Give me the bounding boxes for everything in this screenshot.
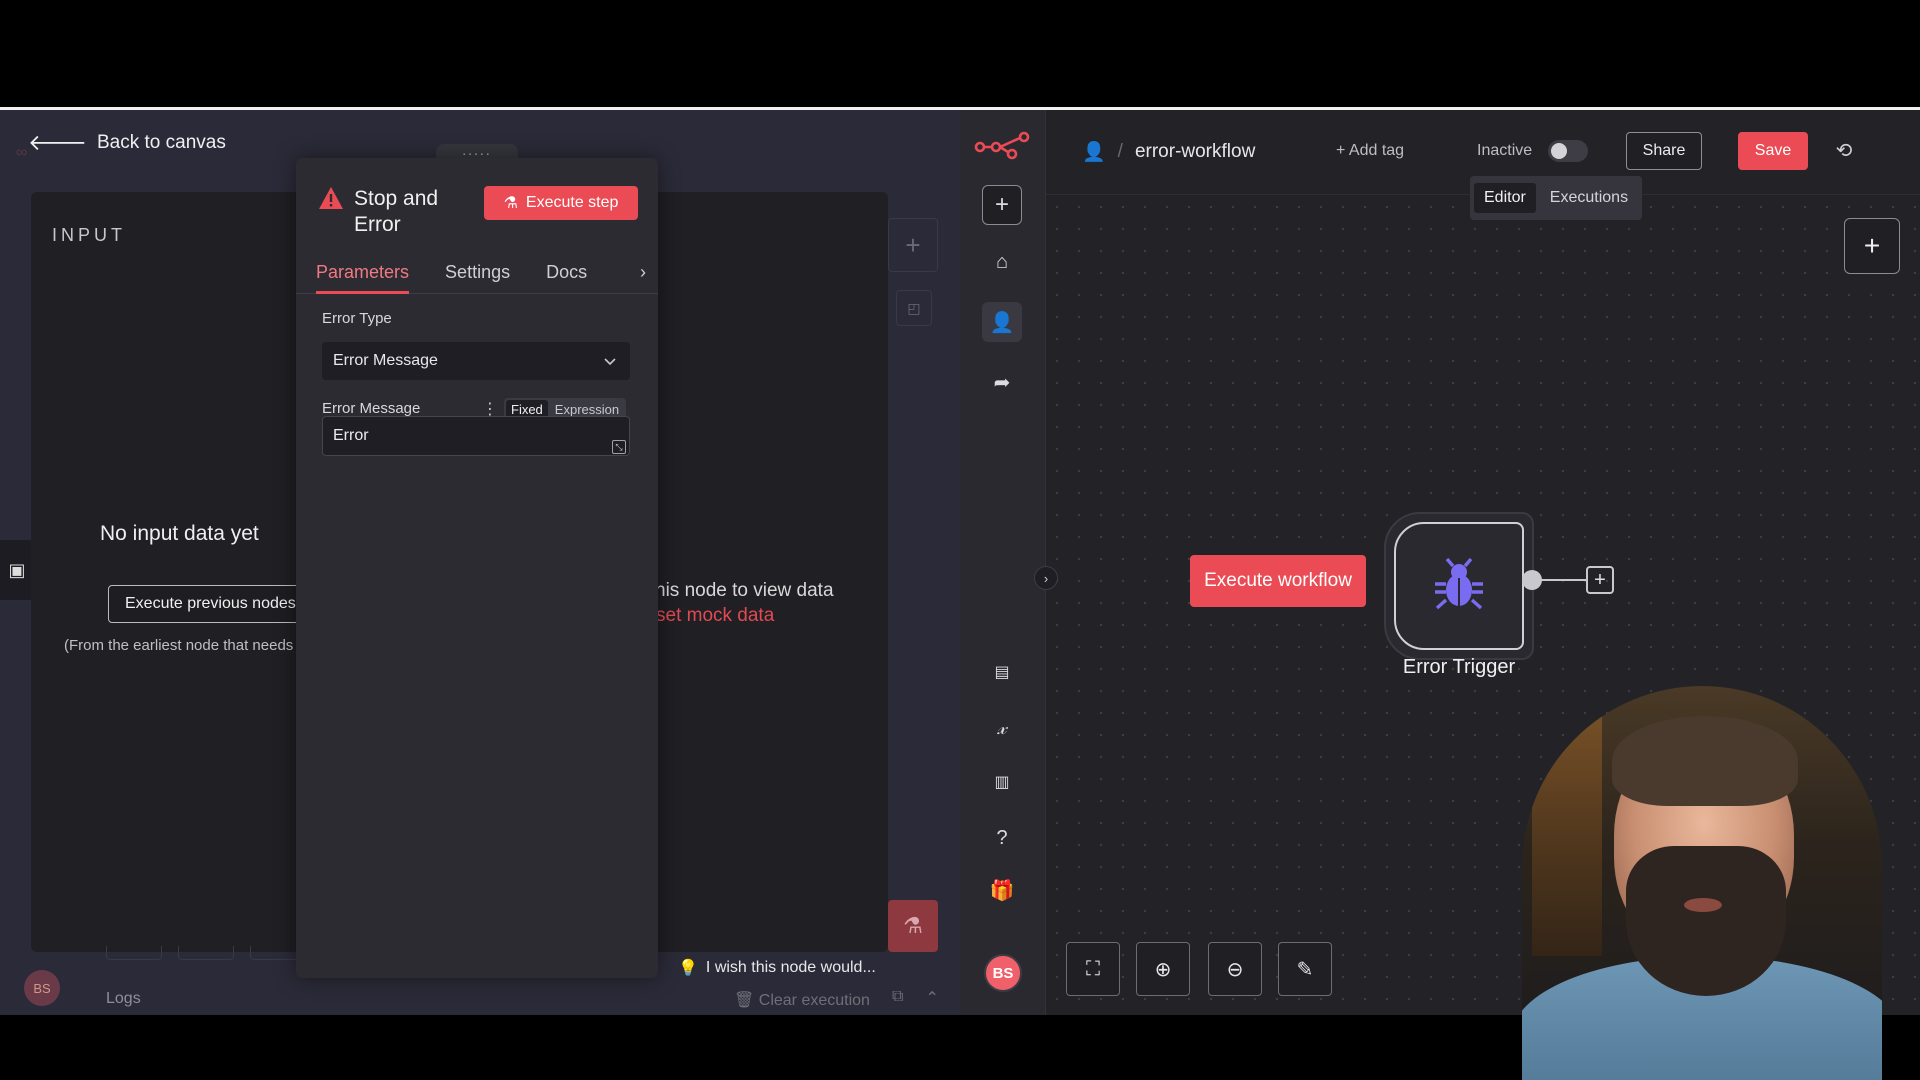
webcam-mouth bbox=[1684, 898, 1722, 912]
zoom-in-icon[interactable]: ⊕ bbox=[1136, 942, 1190, 996]
set-mock-data-link[interactable]: set mock data bbox=[656, 605, 774, 627]
templates-box-icon[interactable]: ▤ bbox=[982, 652, 1022, 692]
clear-execution-label: Clear execution bbox=[758, 992, 870, 1009]
tab-editor[interactable]: Editor bbox=[1474, 183, 1536, 213]
add-tag-button[interactable]: + Add tag bbox=[1336, 142, 1404, 160]
lightbulb-icon: 💡 bbox=[678, 960, 698, 977]
error-type-label: Error Type bbox=[322, 310, 392, 327]
input-panel: INPUT bbox=[31, 192, 301, 952]
chevron-down-icon bbox=[604, 358, 616, 366]
logs-label[interactable]: Logs bbox=[106, 990, 141, 1008]
node-title[interactable]: Stop and Error bbox=[354, 186, 464, 238]
webcam-hair bbox=[1612, 716, 1798, 806]
back-to-canvas-label: Back to canvas bbox=[97, 132, 226, 153]
expand-editor-icon[interactable]: ⤡ bbox=[612, 440, 626, 454]
error-type-value: Error Message bbox=[333, 352, 438, 369]
input-panel-title: INPUT bbox=[52, 225, 126, 245]
breadcrumb-separator: / bbox=[1117, 141, 1123, 162]
dialog-tabs: Parameters Settings Docs › bbox=[296, 254, 658, 294]
main-sidebar: + ⌂ 👤 ➦ ▤ 𝓍 ▥ ? 🎁 BS bbox=[960, 110, 1046, 1015]
workflow-header: 👤 / error-workflow + Add tag Inactive Sh… bbox=[1046, 110, 1920, 220]
execute-previous-nodes-button[interactable]: Execute previous nodes bbox=[108, 585, 308, 623]
add-connected-node-icon[interactable]: + bbox=[1586, 566, 1614, 594]
tidy-up-icon[interactable]: ✎ bbox=[1278, 942, 1332, 996]
dialog-header: Stop and Error bbox=[318, 186, 464, 238]
node-settings-dialog: Stop and Error ⚗ Execute step Parameters… bbox=[296, 158, 658, 978]
flask-icon: ⚗ bbox=[503, 195, 518, 212]
user-icon[interactable]: 👤 bbox=[982, 302, 1022, 342]
chevron-up-icon[interactable]: ⌃ bbox=[925, 988, 938, 1008]
history-icon[interactable]: ⟲ bbox=[1832, 138, 1856, 162]
sticky-note-icon[interactable]: ◰ bbox=[896, 290, 932, 326]
chevron-right-icon[interactable]: › bbox=[640, 262, 646, 283]
save-button[interactable]: Save bbox=[1738, 132, 1808, 170]
tab-executions[interactable]: Executions bbox=[1540, 183, 1638, 213]
webcam-background bbox=[1532, 716, 1602, 956]
fit-view-icon[interactable]: ⛶ bbox=[1066, 942, 1120, 996]
share-button[interactable]: Share bbox=[1626, 132, 1702, 170]
footer-tab[interactable] bbox=[178, 946, 234, 960]
node-body[interactable] bbox=[1394, 522, 1524, 650]
error-message-input[interactable] bbox=[322, 416, 630, 456]
activate-toggle[interactable] bbox=[1548, 140, 1588, 162]
tab-parameters[interactable]: Parameters bbox=[316, 254, 410, 294]
breadcrumb: 👤 / error-workflow bbox=[1082, 140, 1255, 164]
execute-workflow-button[interactable]: Execute workflow bbox=[1190, 555, 1366, 607]
sidebar-collapse-icon[interactable]: › bbox=[1034, 566, 1058, 590]
active-status-label: Inactive bbox=[1477, 142, 1533, 159]
node-label: Error Trigger bbox=[1402, 656, 1516, 678]
clear-execution-button[interactable]: 🗑 Clear execution bbox=[734, 990, 870, 1010]
user-avatar[interactable]: BS bbox=[984, 954, 1022, 992]
output-empty-text: his node to view data bbox=[655, 580, 834, 601]
variables-icon[interactable]: 𝓍 bbox=[982, 708, 1022, 748]
home-icon[interactable]: ⌂ bbox=[982, 242, 1022, 282]
screen: ∞ 🡐 Back to canvas ▣ INPUT No input data… bbox=[0, 0, 1920, 1080]
workflow-name[interactable]: error-workflow bbox=[1135, 141, 1255, 163]
popout-icon[interactable]: ⧉ bbox=[892, 988, 903, 1008]
error-type-select[interactable]: Error Message bbox=[322, 342, 630, 380]
side-panel-icon[interactable]: ▣ bbox=[0, 540, 34, 600]
execute-step-label: Execute step bbox=[525, 194, 619, 211]
avatar-ghost: BS bbox=[24, 970, 60, 1006]
back-to-canvas-button[interactable]: 🡐 Back to canvas bbox=[28, 130, 226, 156]
add-node-button[interactable]: + bbox=[1844, 218, 1900, 274]
arrow-left-icon: 🡐 bbox=[28, 130, 87, 155]
n8n-logo-ghost-icon: ∞ bbox=[16, 144, 28, 161]
error-trigger-node[interactable] bbox=[1384, 512, 1534, 660]
footer-tab[interactable] bbox=[106, 946, 162, 960]
flask-icon[interactable]: ⚗ bbox=[888, 900, 938, 952]
feedback-label: I wish this node would... bbox=[705, 959, 876, 976]
logs-toolbar: ⧉ ⌃ bbox=[892, 988, 939, 1008]
webcam-beard bbox=[1626, 846, 1786, 996]
connector-line bbox=[1540, 579, 1588, 581]
zoom-out-icon[interactable]: ⊖ bbox=[1208, 942, 1262, 996]
execute-previous-hint: (From the earliest node that needs it) bbox=[64, 637, 310, 654]
n8n-logo-icon[interactable] bbox=[974, 130, 1030, 160]
feedback-link[interactable]: 💡 I wish this node would... bbox=[678, 958, 876, 978]
node-detail-view: ∞ 🡐 Back to canvas ▣ INPUT No input data… bbox=[0, 107, 960, 1015]
project-user-icon[interactable]: 👤 bbox=[1082, 140, 1106, 164]
warning-triangle-icon bbox=[319, 187, 343, 209]
tab-settings[interactable]: Settings bbox=[445, 254, 510, 294]
bug-icon bbox=[1435, 557, 1483, 610]
tab-docs[interactable]: Docs bbox=[546, 254, 587, 294]
output-add-icon[interactable]: + bbox=[888, 218, 938, 272]
insights-chart-icon[interactable]: ▥ bbox=[982, 762, 1022, 802]
create-new-icon[interactable]: + bbox=[982, 185, 1022, 225]
view-tabs: Editor Executions bbox=[1470, 176, 1643, 220]
no-input-text: No input data yet bbox=[100, 522, 259, 545]
gift-icon[interactable]: 🎁 bbox=[982, 870, 1022, 910]
output-handle[interactable] bbox=[1522, 570, 1542, 590]
input-footer-tabs bbox=[106, 946, 306, 960]
execute-step-button[interactable]: ⚗ Execute step bbox=[484, 186, 638, 220]
share-arrow-icon[interactable]: ➦ bbox=[982, 362, 1022, 402]
output-panel bbox=[650, 192, 888, 952]
error-message-label: Error Message bbox=[322, 400, 421, 417]
help-icon[interactable]: ? bbox=[982, 818, 1022, 858]
webcam-overlay bbox=[1522, 686, 1882, 1080]
